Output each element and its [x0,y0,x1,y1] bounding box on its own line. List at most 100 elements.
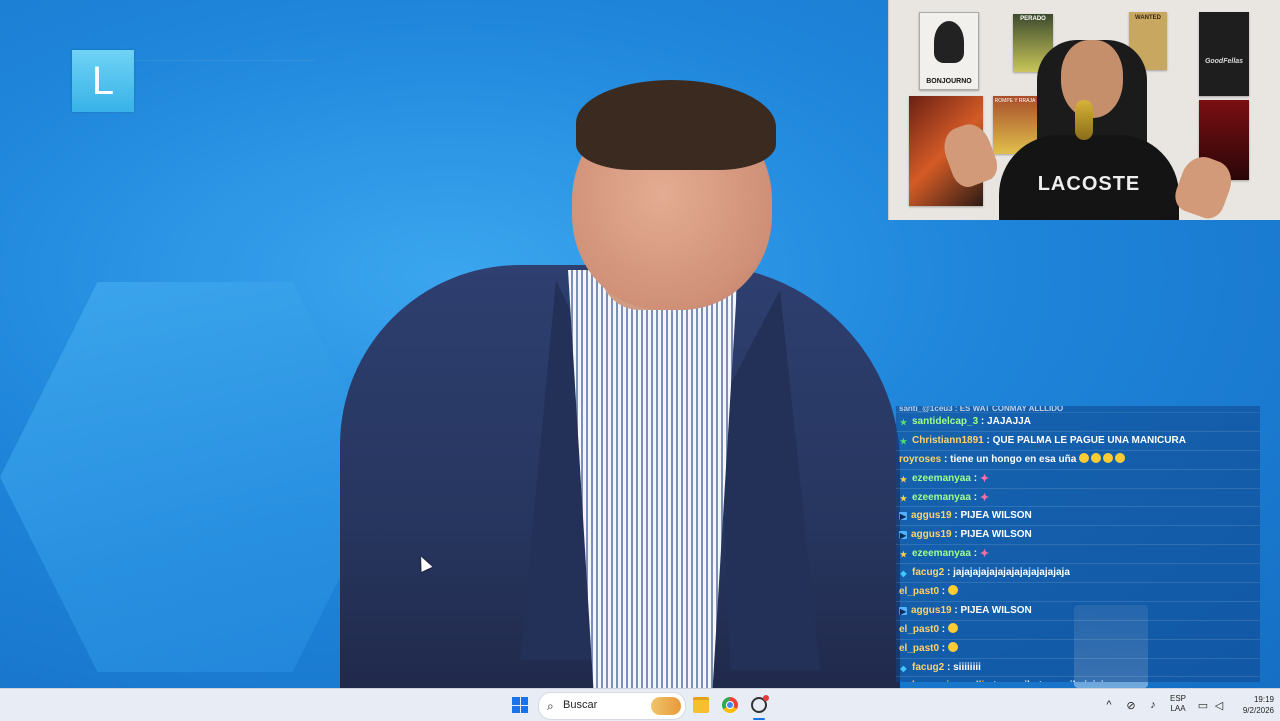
chat-message: ★ ezeemanyaa : ✦ [896,470,1260,489]
emoji-icon [947,622,958,633]
tray-chevron-icon[interactable]: ^ [1102,689,1116,721]
taskbar-search-box[interactable]: ⌕ Buscar [538,692,686,720]
chat-message: !brunogianarelli : tranquilo tranquilo j… [896,677,1260,682]
chrome-button[interactable] [719,694,741,716]
star-badge-icon: ★ [899,418,908,427]
chat-text: siiiiiiii [953,661,981,673]
streamer-body: LACOSTE [999,135,1179,220]
chat-text: jajajajajajajajajajajajajaja [953,567,1070,579]
mod-badge-icon: ▶ [899,512,907,522]
chat-separator: : [939,623,948,635]
chat-username[interactable]: royroses [899,454,941,465]
chat-separator: : [944,567,954,579]
chat-text: tranquilo tranquilo jajaja [993,680,1109,682]
guest-person [340,80,900,688]
gem-badge-icon: ◆ [900,663,907,673]
chat-separator: : [983,434,993,446]
emoji-icon [1079,452,1090,463]
chat-message: ▶ aggus19 : PIJEA WILSON [896,602,1260,621]
poster-goodfellas: GoodFellas [1199,12,1249,96]
chat-message: ◆ facug2 : jajajajajajajajajajajajajaja [896,564,1260,584]
guest-shirt [568,270,738,688]
chat-message: ▶ aggus19 : PIJEA WILSON [896,507,1260,527]
channel-logo: L [72,50,134,112]
chat-message: ▶ aggus19 : PIJEA WILSON [896,526,1260,546]
chat-username[interactable]: ezeemanyaa [912,473,971,484]
poster-bonjourno: BONJOURNO [919,12,979,90]
chat-message: el_past0 : [896,583,1260,602]
chat-text: JAJAJJA [987,416,1031,427]
clock[interactable]: 19:19 9/2/2026 [1226,694,1274,716]
chat-separator: : [941,453,951,465]
clock-date: 9/2/2026 [1242,706,1274,715]
network-off-icon[interactable]: ⊘ [1124,689,1138,721]
chat-separator: : [970,548,980,560]
emoji-icon [947,641,958,652]
volume-icon[interactable]: ◁ [1212,689,1226,721]
windows-start-icon[interactable] [512,697,528,713]
search-placeholder: Buscar [563,699,598,711]
chat-message: royroses : tiene un hongo en esa uña [896,451,1260,470]
chat-text: PIJEA WILSON [960,510,1032,522]
chat-username[interactable]: ezeemanyaa [912,548,971,559]
chat-username[interactable]: aggus19 [911,529,952,540]
search-highlight-image [651,697,681,715]
obs-icon [751,695,769,713]
chat-overlay[interactable]: santi_@1ceu3 : ES WAT CONMAY ALLLIDO ★ sa… [896,406,1260,682]
chat-message-partial: santi_@1ceu3 : ES WAT CONMAY ALLLIDO [896,406,1260,413]
chat-separator: : [939,642,948,654]
chat-username[interactable]: Christiann1891 [912,435,984,446]
chat-separator: : [970,491,980,503]
chat-message-list: ★ santidelcap_3 : JAJAJJA ★ Christiann1891 … [896,413,1260,682]
chat-message: ★ santidelcap_3 : JAJAJJA [896,413,1260,432]
emote-icon: ✦ [979,491,990,504]
chat-username[interactable]: aggus19 [911,605,952,616]
chat-username[interactable]: ezeemanyaa [912,492,971,503]
chat-username[interactable]: el_past0 [899,586,939,597]
display-icon[interactable]: ▭ [1196,689,1210,721]
chat-username[interactable]: facug2 [912,567,944,578]
chat-separator: : [944,661,954,673]
chat-text: tiene un hongo en esa uña [950,453,1077,465]
chrome-icon [722,697,738,713]
streamer-webcam: BONJOURNO PERADO WANTED GoodFellas ROMPE… [888,0,1280,220]
chat-message: ★ ezeemanyaa : ✦ [896,545,1260,565]
gem-badge-icon: ◆ [900,569,907,579]
chat-username[interactable]: el_past0 [899,624,939,635]
chat-username[interactable]: aggus19 [911,510,952,521]
chat-text: PIJEA WILSON [960,529,1032,541]
emote-icon: ✦ [979,548,990,561]
star2-badge-icon: ★ [899,474,908,484]
microphone-tray-icon[interactable]: ♪ [1146,689,1160,721]
search-icon: ⌕ [547,699,554,713]
star2-badge-icon: ★ [899,550,908,560]
folder-icon [693,697,709,713]
emoji-icon [1115,452,1126,463]
chat-message: ★ Christiann1891 : QUE PALMA LE PAGUE UNA… [896,432,1260,451]
chat-text: PIJEA WILSON [960,604,1032,616]
chat-username[interactable]: facug2 [912,662,944,673]
chat-separator: : [939,586,948,598]
chat-message: el_past0 : [896,621,1260,640]
emoji-icon [1103,452,1114,463]
chat-message: ★ ezeemanyaa : ✦ [896,489,1260,508]
chat-username[interactable]: brunogianarelli [912,680,984,682]
windows-taskbar: ⌕ Buscar ^ ⊘ ♪ ESP LAA ▭ ◁ 19:19 9/2/202… [0,688,1280,721]
guest-hair [576,80,776,170]
emoji-icon [947,585,958,596]
microphone-icon [1075,100,1093,140]
star2-badge-icon: ★ [899,493,908,503]
chat-message: el_past0 : [896,640,1260,659]
mod-badge-icon: ▶ [899,606,907,616]
mod-badge-icon: ▶ [899,531,907,541]
chat-username[interactable]: santidelcap_3 [912,416,978,427]
chat-separator: : [978,416,988,427]
language-indicator[interactable]: ESP LAA [1164,694,1192,714]
emoji-icon [1091,452,1102,463]
chat-message: ◆ facug2 : siiiiiiii [896,659,1260,678]
obs-button[interactable] [748,694,770,716]
chat-separator: : [970,472,980,484]
chat-username[interactable]: el_past0 [899,643,939,654]
file-explorer-button[interactable] [690,694,712,716]
star-badge-icon: ★ [899,436,908,446]
